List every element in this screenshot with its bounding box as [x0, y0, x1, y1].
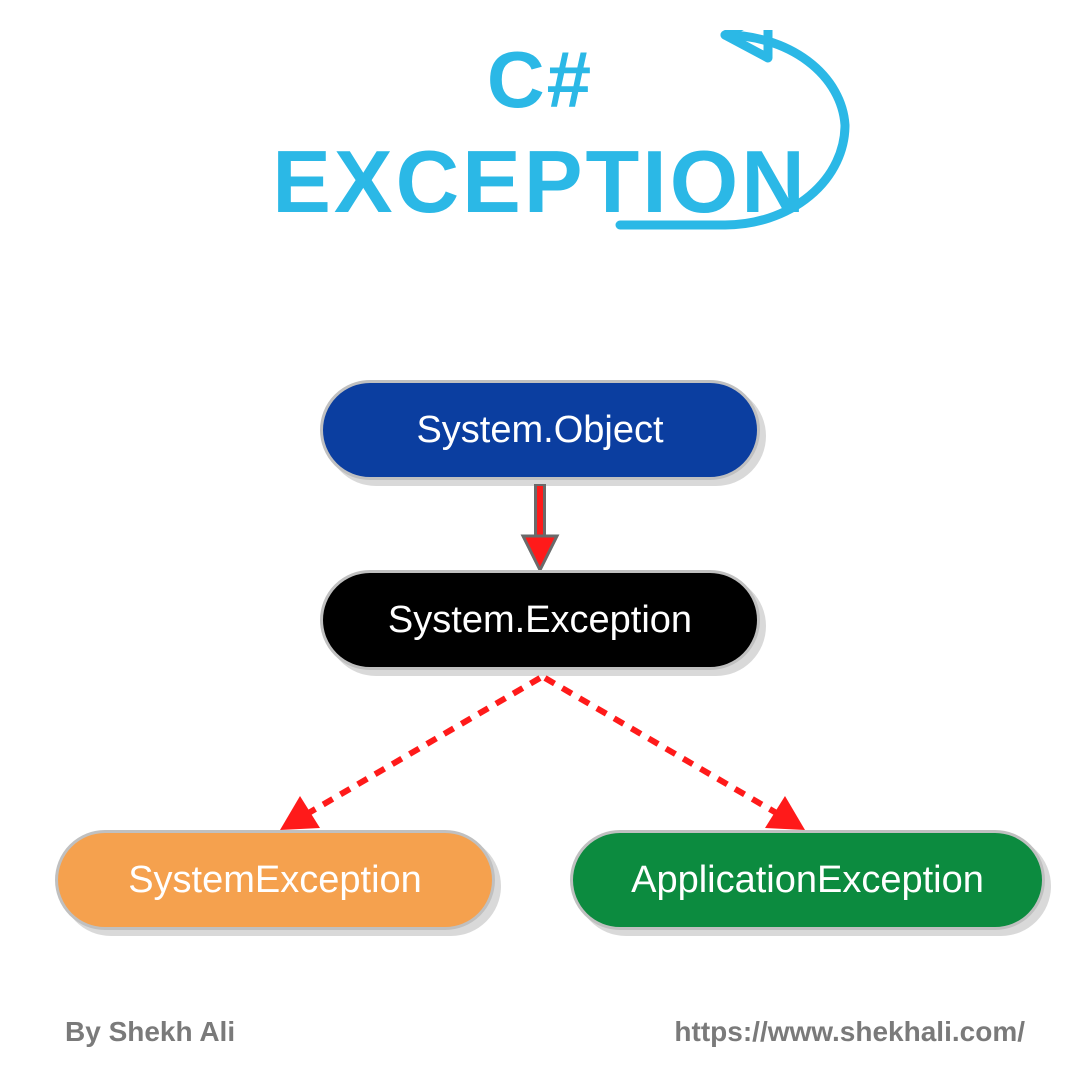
- diagram-title: C# EXCEPTION: [0, 40, 1080, 231]
- node-system-object: System.Object: [320, 380, 760, 480]
- node-label: ApplicationException: [631, 859, 984, 902]
- arrow-object-to-exception: [520, 482, 560, 572]
- arrow-exception-to-applicationexception: [530, 668, 820, 838]
- footer-author: By Shekh Ali: [65, 1016, 235, 1048]
- node-system-exception: System.Exception: [320, 570, 760, 670]
- curved-arrow-icon: [610, 30, 910, 240]
- node-systemexception: SystemException: [55, 830, 495, 930]
- footer-url: https://www.shekhali.com/: [674, 1016, 1025, 1048]
- arrow-exception-to-systemexception: [265, 668, 555, 838]
- node-label: SystemException: [128, 859, 422, 902]
- node-label: System.Exception: [388, 599, 692, 642]
- title-line-1: C#: [0, 40, 1080, 120]
- title-line-2: EXCEPTION: [0, 134, 1080, 231]
- node-label: System.Object: [416, 409, 663, 452]
- node-applicationexception: ApplicationException: [570, 830, 1045, 930]
